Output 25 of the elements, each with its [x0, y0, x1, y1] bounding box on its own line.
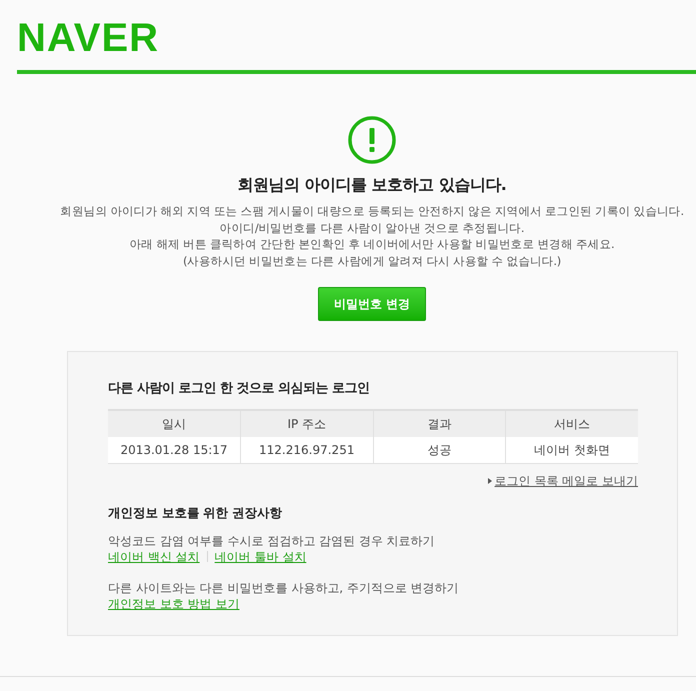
- change-password-button[interactable]: 비밀번호 변경: [318, 287, 426, 321]
- column-header: 결과: [373, 410, 506, 436]
- column-header: 서비스: [506, 410, 638, 436]
- tip-link[interactable]: 개인정보 보호 방법 보기: [108, 596, 240, 612]
- section-title: 다른 사람이 로그인 한 것으로 의심되는 로그인: [108, 380, 371, 398]
- caret-icon: [488, 478, 492, 484]
- tip-link[interactable]: 네이버 백신 설치: [108, 548, 200, 565]
- notice-text: 아이디/비밀번호를 다른 사람이 알아낸 것으로 추정됩니다.: [220, 220, 524, 236]
- table-cell: 성공: [373, 436, 506, 464]
- tip-text: 다른 사이트와는 다른 비밀번호를 사용하고, 주기적으로 변경하기: [108, 580, 460, 596]
- tip-text: 악성코드 감염 여부를 수시로 점검하고 감염된 경우 치료하기: [108, 532, 436, 549]
- column-header: 일시: [108, 410, 240, 436]
- naver-logo[interactable]: NAVER: [17, 18, 160, 58]
- table-cell: 112.216.97.251: [240, 436, 373, 464]
- section-title: 개인정보 보호를 위한 권장사항: [108, 504, 284, 522]
- mail-link[interactable]: 로그인 목록 메일로 보내기: [494, 472, 638, 490]
- notice-text: 회원님의 아이디가 해외 지역 또는 스팸 게시물이 대량으로 등록되는 안전하지 않은 지역에서 로그인된 기록이 있습니다.: [60, 203, 684, 220]
- table-cell: 네이버 첫화면: [506, 436, 638, 464]
- notice-text: 아래 해제 버튼 클릭하여 간단한 본인확인 후 네이버에서만 사용할 비밀번호로 변경해 주세요.: [130, 236, 614, 252]
- notice-text: (사용하시던 비밀번호는 다른 사람에게 알려져 다시 사용할 수 없습니다.): [183, 252, 561, 269]
- tip-link[interactable]: 네이버 툴바 설치: [214, 548, 306, 565]
- column-header: IP 주소: [240, 410, 373, 436]
- table-cell: 2013.01.28 15:17: [108, 436, 240, 464]
- exclamation-icon: [348, 116, 396, 164]
- notice-title: 회원님의 아이디를 보호하고 있습니다.: [238, 174, 506, 196]
